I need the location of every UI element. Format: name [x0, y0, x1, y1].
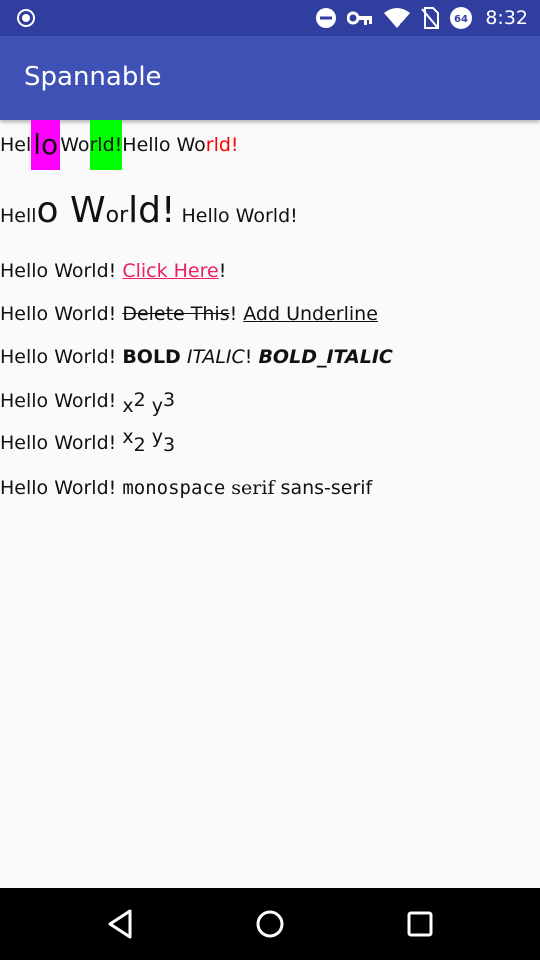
- line-highlight: Hello World! Hello World!: [0, 120, 239, 170]
- back-icon[interactable]: [102, 906, 138, 942]
- base-y: y: [145, 426, 163, 448]
- strikethrough-text: Delete This: [122, 303, 230, 325]
- click-here-link[interactable]: Click Here: [122, 260, 218, 282]
- italic-text: ITALIC: [186, 346, 245, 368]
- subscript-2: 2: [133, 434, 146, 456]
- large-text: o W: [36, 190, 106, 231]
- subscript-3: 3: [162, 434, 176, 456]
- status-time: 8:32: [485, 7, 528, 29]
- base-x: x: [122, 395, 134, 417]
- vpn-key-icon: [347, 11, 373, 25]
- line-styles: Hello World! BOLD ITALIC! BOLD_ITALIC: [0, 346, 393, 368]
- line-superscript: Hello World! x2 y3: [0, 389, 176, 417]
- serif-text: serif: [225, 477, 275, 499]
- text-segment: !: [229, 303, 244, 325]
- line-clickable: Hello World! Click Here!: [0, 260, 226, 282]
- text-segment: Hello World!: [0, 477, 123, 499]
- base-y: y: [145, 395, 163, 417]
- text-segment: Hello World!: [175, 205, 298, 227]
- battery-icon: 64: [450, 7, 473, 29]
- text-segment: Hello World!: [0, 432, 123, 454]
- line-strike-underline: Hello World! Delete This! Add Underline: [0, 303, 378, 325]
- recents-icon[interactable]: [402, 906, 438, 942]
- no-sim-icon: [421, 7, 440, 29]
- wifi-icon: x: [384, 8, 411, 29]
- monospace-text: monospace: [122, 477, 226, 499]
- green-highlight-text: rld!: [89, 120, 123, 170]
- battery-level: 64: [454, 14, 468, 25]
- underline-text: Add Underline: [243, 303, 378, 325]
- magenta-highlight-text: lo: [31, 120, 61, 170]
- app-title: Spannable: [24, 62, 162, 92]
- large-text: ld!: [128, 190, 176, 231]
- text-segment: Wo: [60, 134, 90, 156]
- home-icon[interactable]: [252, 906, 288, 942]
- status-bar: x 64 8:32: [0, 0, 540, 36]
- app-notification-icon: [17, 9, 35, 27]
- line-typeface: Hello World! monospace serif sans-serif: [0, 477, 372, 499]
- red-text: rld!: [205, 134, 239, 156]
- text-segment: Hell: [0, 205, 37, 227]
- text-segment: !: [244, 346, 259, 368]
- superscript-2: 2: [133, 389, 146, 411]
- text-segment: Hello World!: [0, 260, 123, 282]
- line-subscript: Hello World! x2 y3: [0, 426, 176, 456]
- text-segment: Hello World!: [0, 303, 123, 325]
- text-segment: !: [218, 260, 227, 282]
- text-segment: Hello World!: [0, 390, 123, 412]
- text-segment: Hello Wo: [122, 134, 206, 156]
- line-relative-size: Hello World! Hello World!: [0, 190, 298, 231]
- svg-text:x: x: [400, 21, 406, 29]
- sans-serif-text: sans-serif: [274, 477, 373, 499]
- app-bar: Spannable: [0, 36, 540, 120]
- superscript-3: 3: [162, 389, 176, 411]
- bold-italic-text: BOLD_ITALIC: [258, 346, 393, 368]
- text-segment: Hel: [0, 134, 32, 156]
- do-not-disturb-icon: [316, 8, 337, 28]
- base-x: x: [122, 426, 134, 448]
- text-segment: Hello World!: [0, 346, 123, 368]
- medium-text: or: [105, 203, 129, 228]
- navigation-bar: [0, 888, 540, 960]
- bold-text: BOLD: [122, 346, 181, 368]
